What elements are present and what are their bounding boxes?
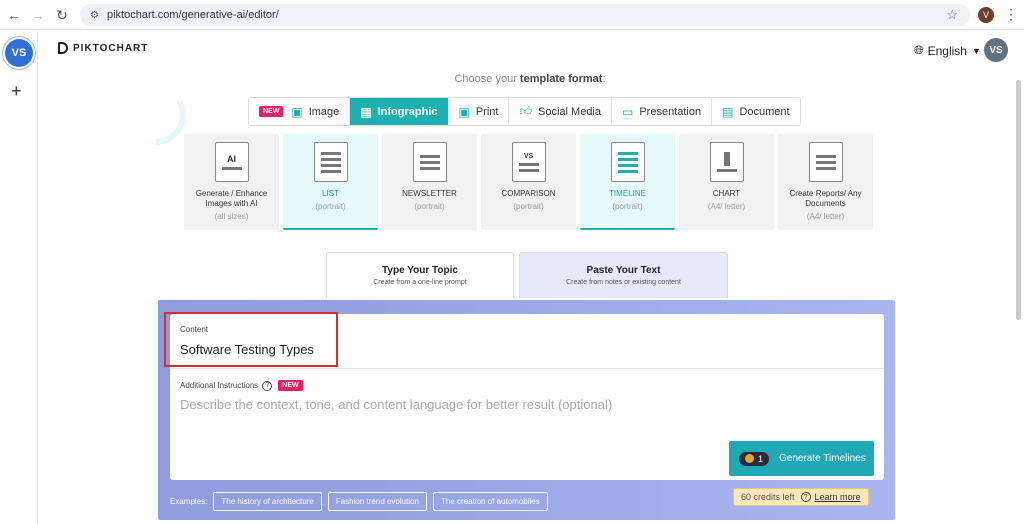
tab-print[interactable]: ▣ Print [449, 98, 510, 125]
bookmark-star-icon[interactable]: ☆ [946, 7, 958, 23]
tab-document[interactable]: ▤ Document [712, 98, 799, 125]
reload-icon[interactable]: ↻ [50, 3, 74, 27]
left-rail: VS + [0, 31, 38, 524]
card-chart[interactable]: CHART (A4/ letter) [679, 134, 774, 230]
format-tabs: NEW ▣ Image ▤ Infographic ▣ Print 👍︎ Soc… [248, 97, 801, 126]
credits-left: 60 credits left [741, 492, 795, 502]
ai-image-icon: AI [214, 142, 249, 182]
tab-paste-your-text[interactable]: Paste Your Text Create from notes or exi… [519, 252, 728, 298]
examples-row: Examples: The history of architecture Fa… [170, 492, 548, 511]
form-divider [170, 368, 884, 369]
help-icon[interactable]: ? [262, 380, 273, 391]
address-bar[interactable]: ⚙ piktochart.com/generative-ai/editor/ ☆ [80, 4, 970, 26]
logo-text: PIKTOCHART [73, 42, 149, 54]
card-comparison[interactable]: VS COMPARISON (portrait) [481, 134, 576, 230]
comparison-template-icon: VS [511, 142, 546, 182]
example-chip[interactable]: Fashion trend evolution [327, 492, 428, 511]
report-template-icon [808, 142, 843, 182]
rail-avatar[interactable]: VS [5, 39, 33, 67]
additional-instructions-label: Additional Instructions ? NEW [180, 380, 303, 391]
credit-cost-pill: 1 [739, 451, 770, 466]
card-newsletter[interactable]: NEWSLETTER (portrait) [382, 134, 477, 230]
credits-badge: 60 credits left ? Learn more [733, 488, 869, 506]
like-icon: 👍︎ [519, 104, 533, 118]
forward-icon[interactable]: → [26, 3, 50, 27]
piktochart-logo[interactable]: PIKTOCHART [58, 42, 148, 54]
learn-more-link[interactable]: Learn more [815, 492, 861, 502]
choose-format-heading: Choose your template format: [454, 73, 606, 85]
infographic-icon: ▤ [360, 104, 372, 119]
browser-menu-icon[interactable]: ⋮ [1004, 6, 1018, 23]
browser-profile-avatar[interactable]: V [978, 7, 994, 23]
generate-timelines-button[interactable]: 1 Generate Timelines [729, 441, 874, 476]
decorative-swirl [58, 35, 202, 165]
newsletter-template-icon [412, 142, 447, 182]
presentation-icon: ▭ [622, 104, 634, 119]
example-chip[interactable]: The history of architecture [213, 492, 322, 511]
coin-icon [745, 454, 754, 463]
document-icon: ▤ [722, 104, 734, 119]
card-timeline[interactable]: TIMELINE (portrait) [580, 134, 675, 230]
language-selector[interactable]: 🌐︎ English ▼ [914, 43, 981, 58]
tab-infographic[interactable]: ▤ Infographic [350, 98, 449, 125]
highlight-box [164, 312, 338, 367]
image-icon: ▣ [291, 104, 303, 119]
timeline-template-icon [610, 142, 645, 182]
url-text: piktochart.com/generative-ai/editor/ [106, 9, 279, 21]
new-badge: NEW [259, 106, 284, 117]
print-icon: ▣ [458, 104, 470, 119]
logo-mark-icon [58, 42, 68, 54]
list-template-icon [313, 142, 348, 182]
user-avatar[interactable]: VS [984, 38, 1008, 62]
template-cards: AI Generate / Enhance Images with AI (al… [184, 134, 873, 230]
language-label: English [927, 43, 967, 58]
additional-instructions-input[interactable] [180, 397, 740, 412]
chart-template-icon [709, 142, 744, 182]
globe-icon: 🌐︎ [914, 43, 924, 57]
tab-type-your-topic[interactable]: Type Your Topic Create from a one-line p… [326, 252, 514, 298]
examples-label: Examples: [170, 497, 208, 506]
card-generate-images[interactable]: AI Generate / Enhance Images with AI (al… [184, 134, 279, 230]
tab-image[interactable]: NEW ▣ Image [249, 98, 351, 125]
help-icon[interactable]: ? [800, 492, 811, 502]
caret-down-icon: ▼ [971, 45, 981, 56]
tab-social-media[interactable]: 👍︎ Social Media [509, 98, 612, 125]
page-scrollbar[interactable] [1016, 80, 1021, 320]
new-badge: NEW [278, 380, 303, 391]
card-list[interactable]: LIST (portrait) [283, 134, 378, 230]
browser-toolbar: ← → ↻ ⚙ piktochart.com/generative-ai/edi… [0, 0, 1024, 30]
card-reports[interactable]: Create Reports/ Any Documents (A4/ lette… [778, 134, 873, 230]
example-chip[interactable]: The creation of automobiles [433, 492, 548, 511]
back-icon[interactable]: ← [2, 3, 26, 27]
site-settings-icon[interactable]: ⚙ [90, 10, 99, 21]
tab-presentation[interactable]: ▭ Presentation [612, 98, 713, 125]
